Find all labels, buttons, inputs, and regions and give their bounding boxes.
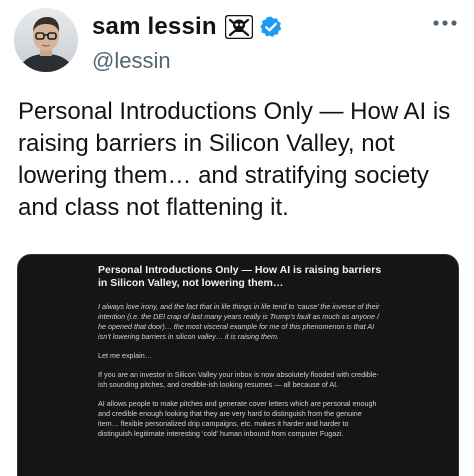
avatar-photo xyxy=(14,8,78,72)
attached-image-paragraph: If you are an investor in Silicon Valley… xyxy=(98,370,379,389)
tweet-header: sam lessin @lessin xyxy=(0,0,474,90)
attached-image[interactable]: Personal Introductions Only — How AI is … xyxy=(17,254,459,476)
attached-image-content: Personal Introductions Only — How AI is … xyxy=(98,264,384,448)
user-handle[interactable]: @lessin xyxy=(92,48,283,74)
author-identity: sam lessin @lessin xyxy=(92,10,283,74)
name-row: sam lessin xyxy=(92,10,283,44)
verified-badge-icon[interactable] xyxy=(259,15,283,39)
more-options-icon[interactable] xyxy=(432,14,458,26)
avatar[interactable] xyxy=(14,8,78,72)
tweet-card: sam lessin @lessin Personal Introduction… xyxy=(0,0,474,476)
attached-image-paragraph: AI allows people to make pitches and gen… xyxy=(98,399,377,438)
display-name[interactable]: sam lessin xyxy=(92,13,217,41)
attached-image-paragraph: Let me explain… xyxy=(98,351,152,360)
attached-image-paragraph: I always love irony, and the fact that i… xyxy=(98,302,380,341)
skull-and-crossbones-icon xyxy=(224,14,253,40)
tweet-text: Personal Introductions Only — How AI is … xyxy=(18,98,451,221)
attached-image-title: Personal Introductions Only — How AI is … xyxy=(98,264,382,289)
